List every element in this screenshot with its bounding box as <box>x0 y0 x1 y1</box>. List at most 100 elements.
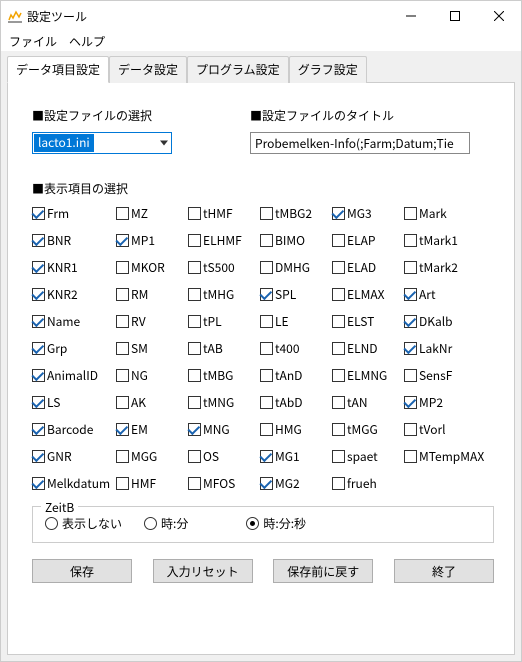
checkbox-label: AnimalID <box>47 367 98 384</box>
tab-data[interactable]: データ設定 <box>109 56 187 83</box>
field-checkbox[interactable]: LS <box>32 394 116 411</box>
tab-graph[interactable]: グラフ設定 <box>289 56 367 83</box>
field-checkbox[interactable]: MKOR <box>116 259 188 276</box>
field-checkbox[interactable]: Melkdatum <box>32 475 116 492</box>
field-checkbox[interactable]: Barcode <box>32 421 116 438</box>
field-checkbox[interactable]: HMG <box>260 421 332 438</box>
field-checkbox[interactable]: spaet <box>332 448 404 465</box>
field-checkbox[interactable]: Grp <box>32 340 116 357</box>
field-checkbox[interactable]: MP1 <box>116 232 188 249</box>
checkbox-label: AK <box>131 394 146 411</box>
checkbox-label: Melkdatum <box>47 475 110 492</box>
close-settings-button[interactable]: 終了 <box>394 559 494 583</box>
field-checkbox[interactable]: MG2 <box>260 475 332 492</box>
field-checkbox[interactable]: GNR <box>32 448 116 465</box>
field-checkbox[interactable]: ELMNG <box>332 367 404 384</box>
field-checkbox[interactable]: OS <box>188 448 260 465</box>
radio-label: 時:分 <box>161 515 188 532</box>
field-checkbox[interactable]: t400 <box>260 340 332 357</box>
field-checkbox[interactable]: tPL <box>188 313 260 330</box>
field-checkbox[interactable]: DMHG <box>260 259 332 276</box>
field-checkbox[interactable]: tHMF <box>188 205 260 222</box>
field-checkbox[interactable]: tS500 <box>188 259 260 276</box>
field-checkbox[interactable]: SPL <box>260 286 332 303</box>
field-checkbox[interactable]: BIMO <box>260 232 332 249</box>
checkbox-icon <box>260 234 273 247</box>
field-checkbox[interactable]: tMNG <box>188 394 260 411</box>
zeitb-option[interactable]: 時:分 <box>144 515 188 532</box>
checkbox-label: tAbD <box>275 394 303 411</box>
checkbox-label: tAnD <box>275 367 302 384</box>
field-checkbox[interactable]: ELAD <box>332 259 404 276</box>
field-checkbox[interactable]: RV <box>116 313 188 330</box>
field-checkbox[interactable]: ELHMF <box>188 232 260 249</box>
checkbox-icon <box>260 207 273 220</box>
field-checkbox[interactable]: tMHG <box>188 286 260 303</box>
field-checkbox[interactable]: tMBG <box>188 367 260 384</box>
field-checkbox[interactable]: RM <box>116 286 188 303</box>
field-checkbox[interactable]: tMark2 <box>404 259 480 276</box>
reset-button[interactable]: 入力リセット <box>153 559 253 583</box>
menu-file[interactable]: ファイル <box>9 33 57 50</box>
maximize-button[interactable] <box>433 1 477 31</box>
field-checkbox[interactable]: MG3 <box>332 205 404 222</box>
checkbox-icon <box>404 423 417 436</box>
field-checkbox[interactable]: Frm <box>32 205 116 222</box>
checkbox-icon <box>32 207 45 220</box>
close-button[interactable] <box>477 1 521 31</box>
field-checkbox[interactable]: frueh <box>332 475 404 492</box>
field-checkbox[interactable]: LE <box>260 313 332 330</box>
field-checkbox[interactable]: ELND <box>332 340 404 357</box>
field-checkbox[interactable]: HMF <box>116 475 188 492</box>
zeitb-option[interactable]: 表示しない <box>45 515 122 532</box>
checkbox-label: Art <box>419 286 435 303</box>
field-checkbox[interactable]: tMGG <box>332 421 404 438</box>
field-checkbox[interactable]: EM <box>116 421 188 438</box>
field-checkbox[interactable]: NG <box>116 367 188 384</box>
field-checkbox[interactable]: MG1 <box>260 448 332 465</box>
field-checkbox[interactable]: tAB <box>188 340 260 357</box>
field-checkbox[interactable]: MP2 <box>404 394 480 411</box>
checkbox-label: MNG <box>203 421 230 438</box>
field-checkbox[interactable]: ELMAX <box>332 286 404 303</box>
tab-program[interactable]: プログラム設定 <box>187 56 289 83</box>
field-checkbox[interactable]: MZ <box>116 205 188 222</box>
field-checkbox[interactable]: SM <box>116 340 188 357</box>
field-checkbox[interactable]: KNR1 <box>32 259 116 276</box>
settings-file-combo[interactable]: lacto1.ini <box>32 132 172 154</box>
field-checkbox[interactable]: tAN <box>332 394 404 411</box>
revert-button[interactable]: 保存前に戻す <box>273 559 373 583</box>
field-checkbox[interactable]: tAnD <box>260 367 332 384</box>
menu-help[interactable]: ヘルプ <box>69 33 105 50</box>
minimize-button[interactable] <box>389 1 433 31</box>
field-checkbox[interactable]: AK <box>116 394 188 411</box>
settings-title-field[interactable]: Probemelken-Info(;Farm;Datum;Tie <box>250 132 470 154</box>
field-checkbox[interactable]: ELAP <box>332 232 404 249</box>
field-checkbox[interactable]: BNR <box>32 232 116 249</box>
checkbox-icon <box>260 450 273 463</box>
tab-data-items[interactable]: データ項目設定 <box>7 56 109 83</box>
field-checkbox[interactable]: MFOS <box>188 475 260 492</box>
window-title: 設定ツール <box>27 8 87 25</box>
field-checkbox[interactable]: tVorl <box>404 421 480 438</box>
field-checkbox[interactable]: Art <box>404 286 480 303</box>
field-checkbox[interactable]: tMark1 <box>404 232 480 249</box>
checkbox-icon <box>332 369 345 382</box>
field-checkbox[interactable]: AnimalID <box>32 367 116 384</box>
field-checkbox[interactable]: MTempMAX <box>404 448 480 465</box>
field-checkbox[interactable]: tAbD <box>260 394 332 411</box>
field-checkbox[interactable]: SensF <box>404 367 480 384</box>
field-checkbox[interactable]: KNR2 <box>32 286 116 303</box>
field-checkbox[interactable]: MGG <box>116 448 188 465</box>
field-checkbox[interactable]: DKalb <box>404 313 480 330</box>
checkbox-icon <box>188 261 201 274</box>
field-checkbox[interactable]: ELST <box>332 313 404 330</box>
field-checkbox[interactable]: Mark <box>404 205 480 222</box>
checkbox-icon <box>32 315 45 328</box>
field-checkbox[interactable]: Name <box>32 313 116 330</box>
field-checkbox[interactable]: LakNr <box>404 340 480 357</box>
field-checkbox[interactable]: MNG <box>188 421 260 438</box>
zeitb-option[interactable]: 時:分:秒 <box>246 515 306 532</box>
field-checkbox[interactable]: tMBG2 <box>260 205 332 222</box>
save-button[interactable]: 保存 <box>32 559 132 583</box>
